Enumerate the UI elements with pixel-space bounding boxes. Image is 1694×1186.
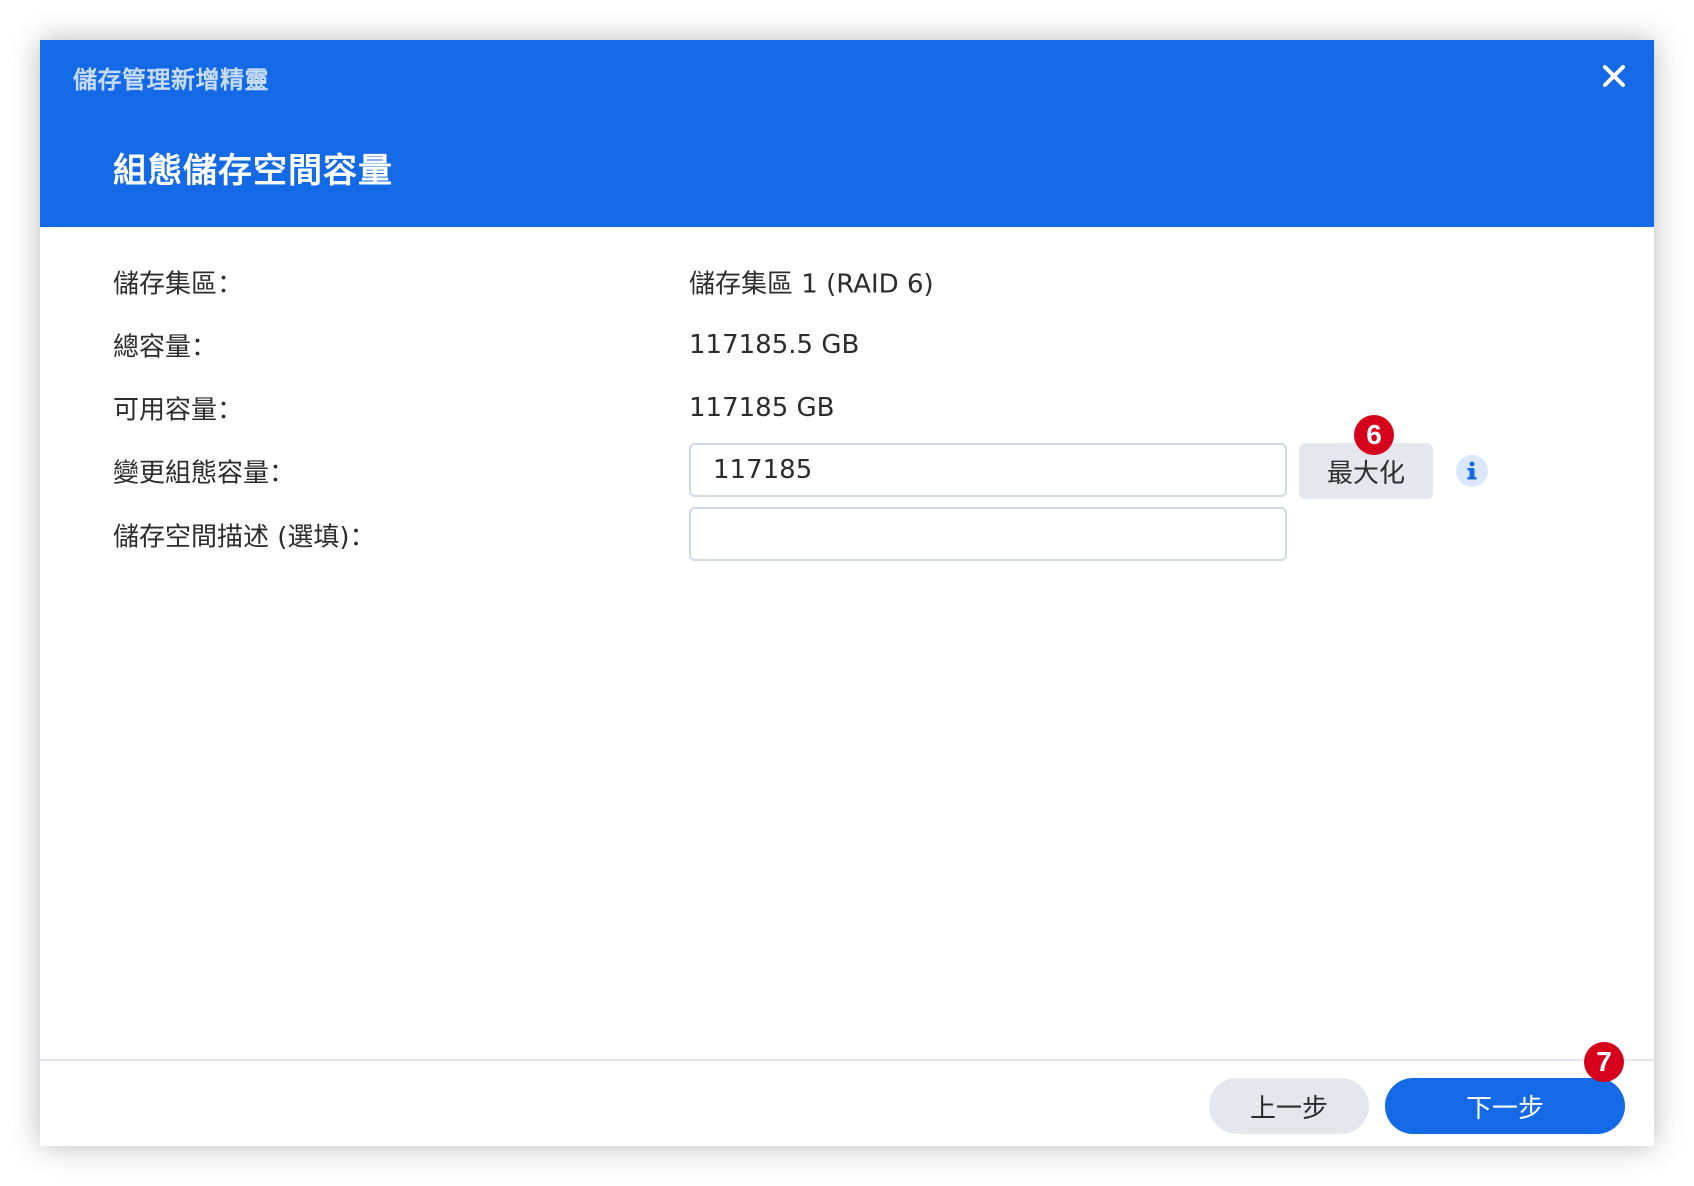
allocated-capacity-label: 變更組態容量： <box>113 458 296 489</box>
info-icon <box>1456 455 1488 487</box>
annotation-badge-7: 7 <box>1584 1042 1624 1082</box>
total-capacity-label: 總容量： <box>113 332 218 363</box>
footer-divider <box>40 1059 1654 1061</box>
available-capacity-label: 可用容量： <box>113 395 244 426</box>
allocated-capacity-row: 變更組態容量： 最大化 6 <box>113 415 1583 499</box>
dialog-header: 儲存管理新增精靈 組態儲存空間容量 <box>40 40 1654 227</box>
total-capacity-value: 117185.5 GB <box>689 330 860 360</box>
available-capacity-value: 117185 GB <box>689 393 835 423</box>
close-icon <box>1603 65 1625 87</box>
allocated-capacity-input[interactable] <box>689 443 1287 497</box>
info-button[interactable] <box>1454 453 1490 489</box>
wizard-dialog: 儲存管理新增精靈 組態儲存空間容量 儲存集區： 儲存集區 1 (RAID 6) … <box>40 40 1654 1146</box>
step-title: 組態儲存空間容量 <box>113 151 393 191</box>
total-capacity-row: 總容量： 117185.5 GB <box>113 317 1583 373</box>
description-row: 儲存空間描述 (選填)： <box>113 507 1583 563</box>
close-button[interactable] <box>1596 58 1632 94</box>
description-label: 儲存空間描述 (選填)： <box>113 522 376 553</box>
next-button[interactable]: 下一步 <box>1385 1078 1625 1134</box>
annotation-badge-6: 6 <box>1354 415 1394 455</box>
storage-pool-label: 儲存集區： <box>113 269 244 300</box>
description-input[interactable] <box>689 507 1287 561</box>
window-title: 儲存管理新增精靈 <box>73 66 269 94</box>
storage-pool-row: 儲存集區： 儲存集區 1 (RAID 6) <box>113 254 1583 310</box>
storage-pool-value: 儲存集區 1 (RAID 6) <box>689 269 934 300</box>
previous-button[interactable]: 上一步 <box>1209 1078 1369 1134</box>
